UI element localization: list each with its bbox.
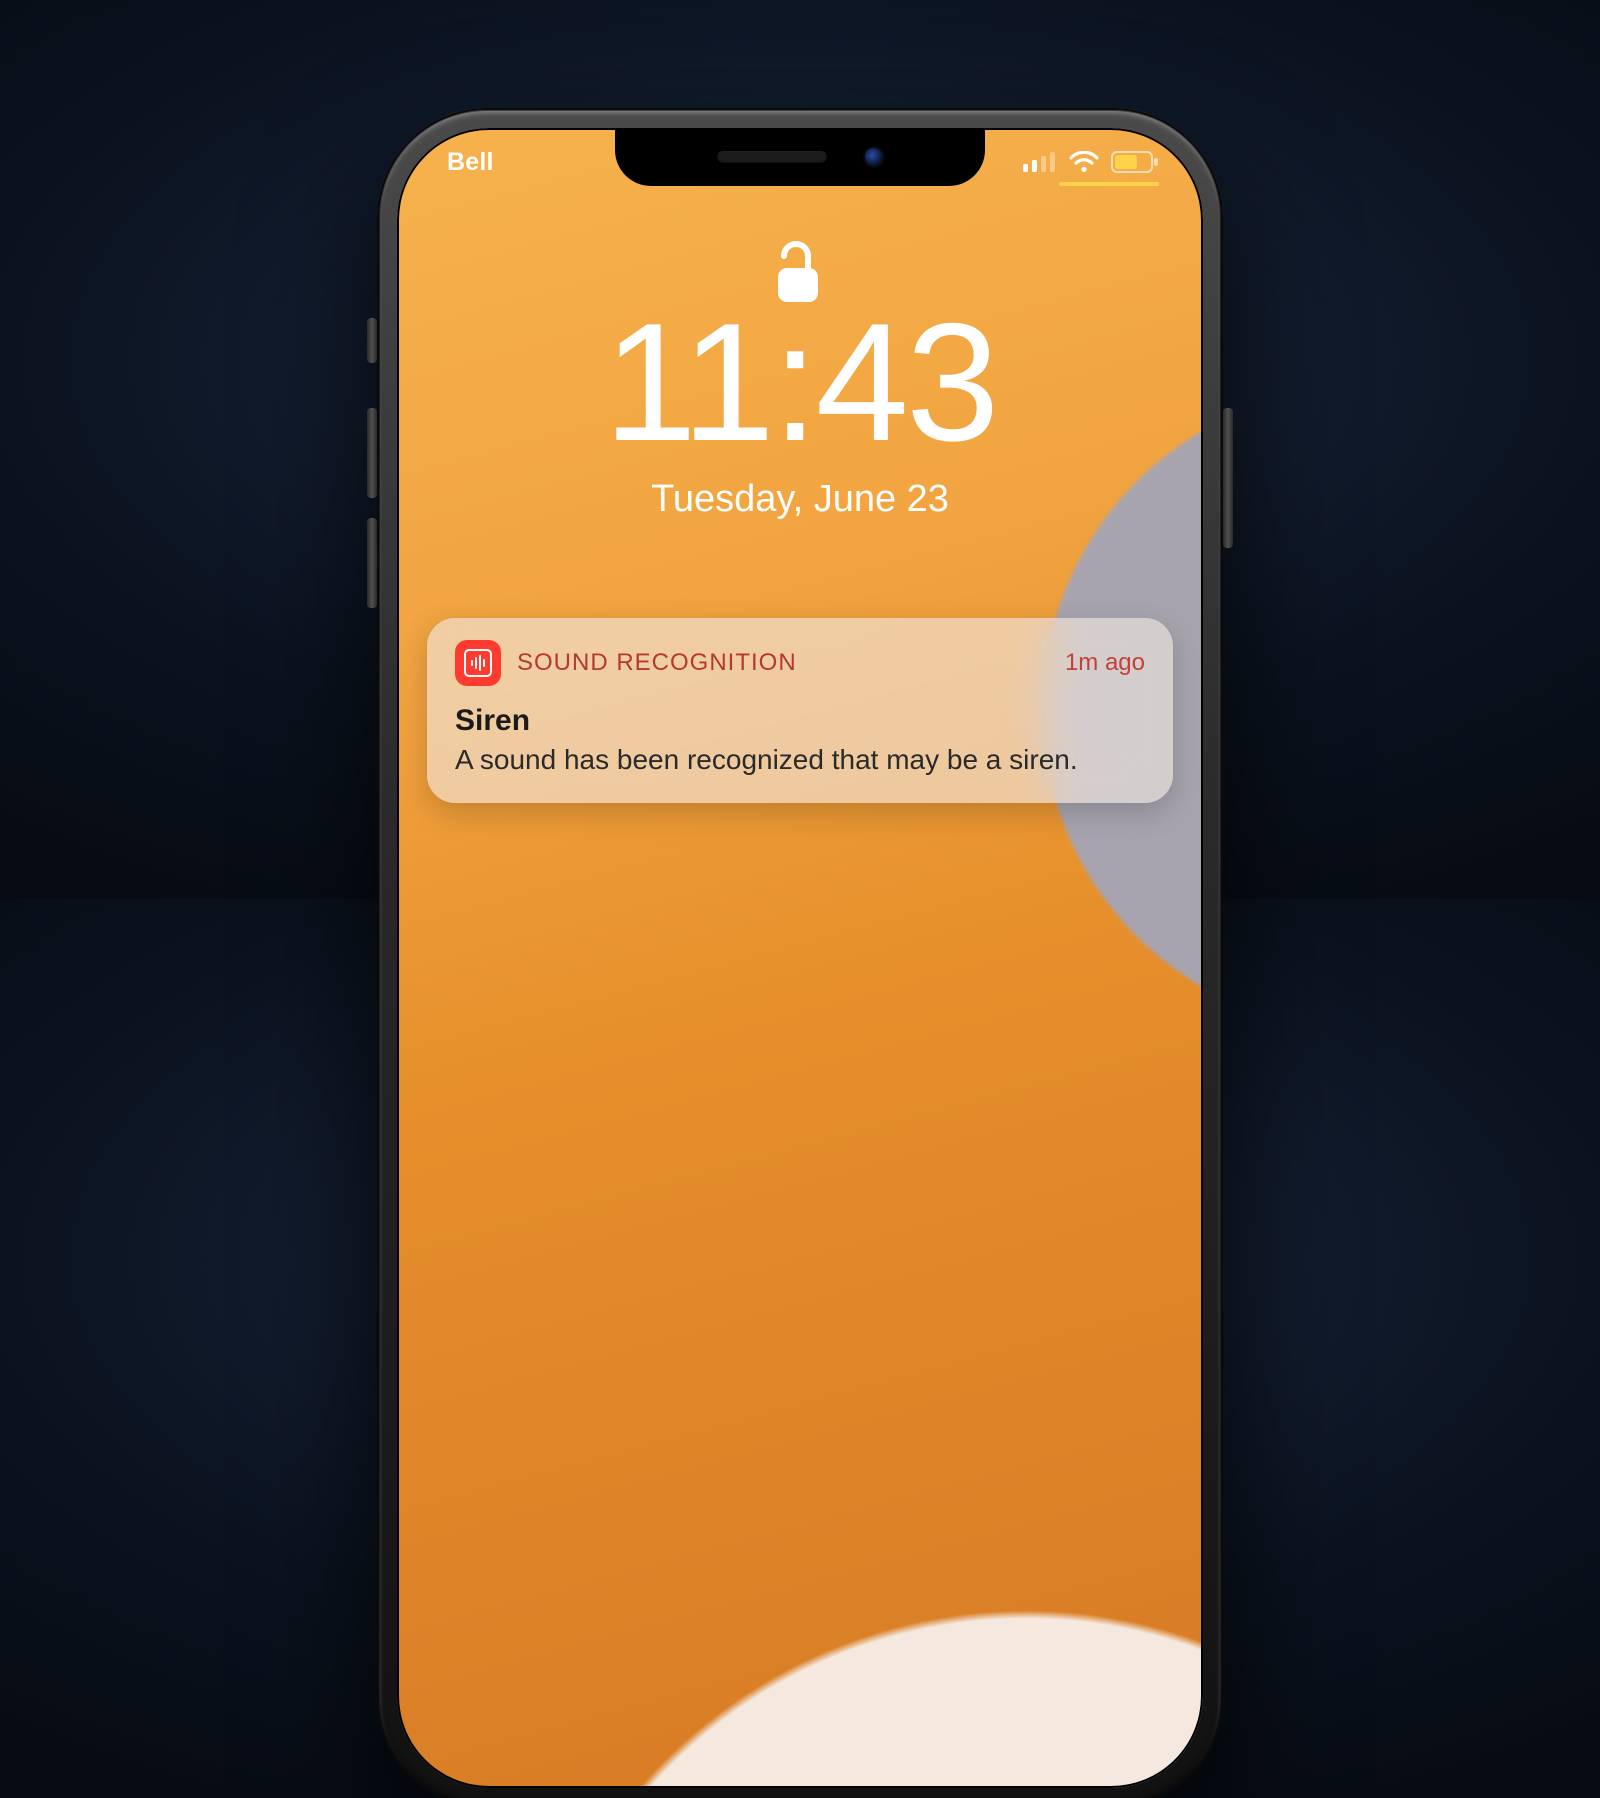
notification-card[interactable]: SOUND RECOGNITION 1m ago Siren A sound h… xyxy=(427,618,1173,803)
lock-screen-date: Tuesday, June 23 xyxy=(397,478,1203,521)
notification-body: A sound has been recognized that may be … xyxy=(455,742,1145,777)
power-button[interactable] xyxy=(1223,408,1233,548)
battery-icon xyxy=(1111,151,1159,173)
cellular-signal-icon xyxy=(1023,152,1057,172)
lock-screen[interactable]: Bell xyxy=(397,128,1203,1788)
notification-app-name: SOUND RECOGNITION xyxy=(517,649,797,677)
wifi-icon xyxy=(1069,151,1099,173)
status-bar: Bell xyxy=(397,138,1203,186)
volume-down-button[interactable] xyxy=(367,518,377,608)
notification-title: Siren xyxy=(455,704,1145,738)
lock-screen-time: 11:43 xyxy=(397,298,1203,466)
carrier-label: Bell xyxy=(447,148,494,177)
notification-timestamp: 1m ago xyxy=(1065,649,1145,677)
phone-frame: Bell xyxy=(377,108,1223,1798)
volume-up-button[interactable] xyxy=(367,408,377,498)
sound-recognition-icon xyxy=(455,640,501,686)
mute-switch[interactable] xyxy=(367,318,377,363)
low-power-indicator xyxy=(1059,182,1159,186)
